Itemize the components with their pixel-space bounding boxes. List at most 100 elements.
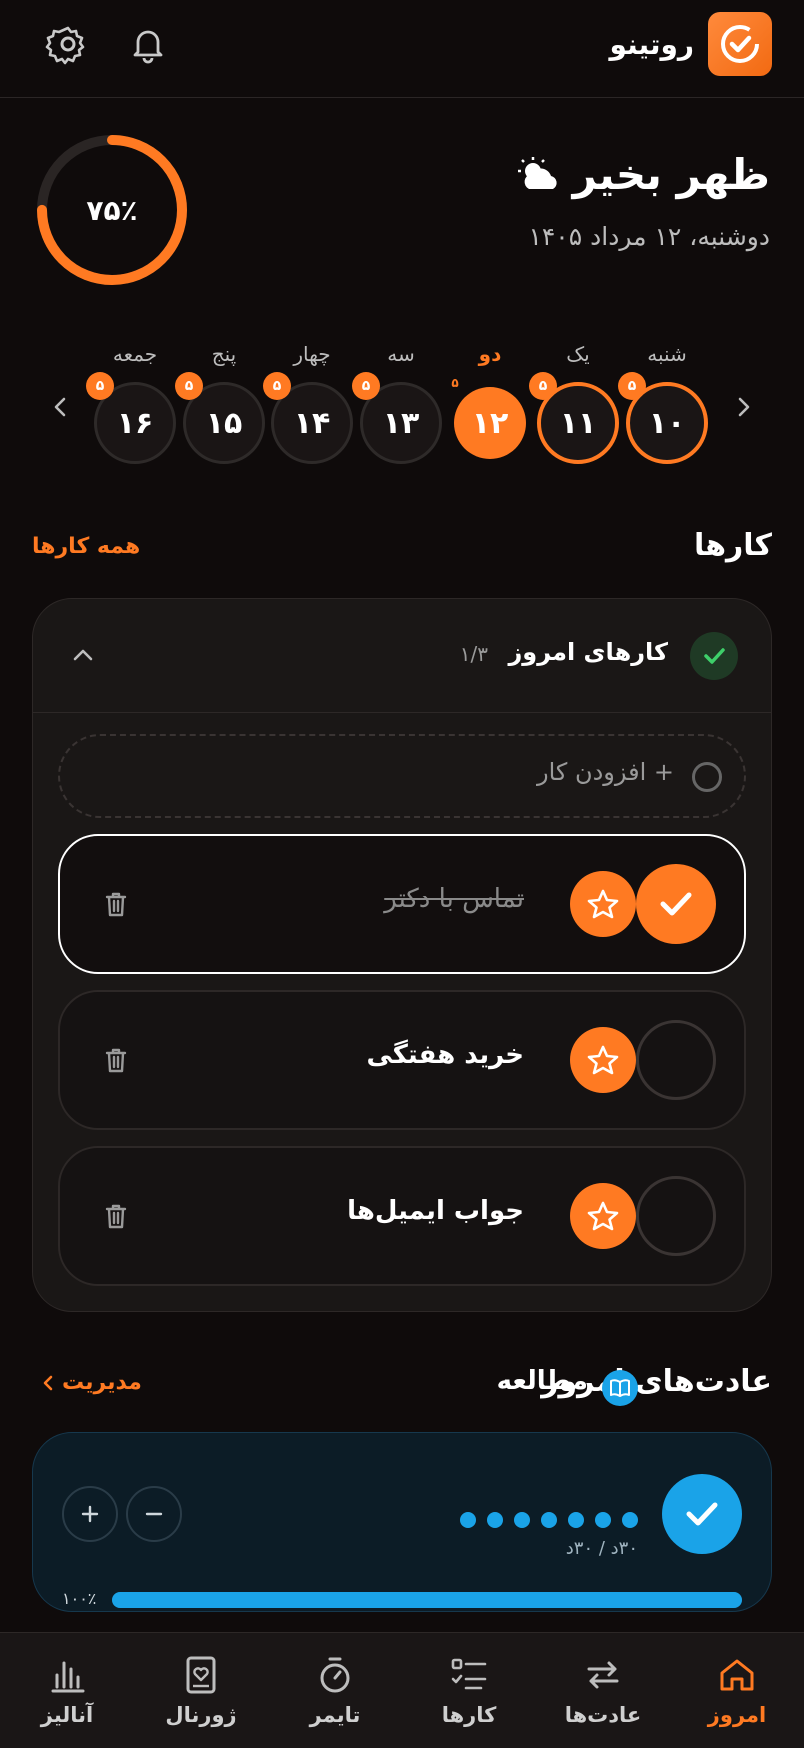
chevron-left-icon [54, 397, 66, 417]
book-glyph [610, 1379, 630, 1397]
task-title: تماس با دکتر [384, 884, 524, 914]
minus-icon [145, 1512, 163, 1516]
daily-progress-label: ۷۵٪ [86, 193, 138, 227]
nav-habits[interactable]: عادت‌ها [536, 1632, 670, 1748]
all-tasks-link[interactable]: همه کارها [32, 534, 140, 559]
decrement-button[interactable] [126, 1486, 182, 1542]
trash-icon [105, 892, 127, 917]
next-week-button[interactable] [728, 392, 758, 422]
check-icon [660, 892, 692, 916]
stopwatch-icon [320, 1657, 350, 1693]
nav-today[interactable]: امروز [670, 1632, 804, 1748]
trash-icon [105, 1048, 127, 1073]
day-count-badge: ۵ [175, 372, 203, 400]
task-count: ۱/۳ [459, 642, 488, 666]
nav-label: امروز [707, 1703, 767, 1727]
delete-task-button[interactable] [100, 1044, 132, 1076]
nav-label: ژورنال [165, 1703, 237, 1727]
habit-dot [487, 1512, 503, 1528]
check-icon [704, 648, 725, 664]
collapse-button[interactable] [68, 640, 98, 670]
checklist-icon [451, 1658, 487, 1690]
task-title: جواب ایمیل‌ها [347, 1196, 524, 1226]
day-name-active: دو [478, 342, 502, 366]
day-count-badge: ۵ [263, 372, 291, 400]
day-count-badge: ۵ [352, 372, 380, 400]
tasks-section-title: کارها [693, 528, 772, 563]
habit-name: مطالعه [496, 1366, 588, 1396]
star-icon [587, 1201, 619, 1231]
gear-icon [45, 26, 85, 65]
chevron-left-icon [43, 1375, 53, 1390]
increment-button[interactable] [62, 1486, 118, 1542]
journal-icon [186, 1656, 216, 1694]
day-name: پنج [211, 342, 237, 366]
app-logo [708, 12, 772, 76]
check-loop-icon [721, 25, 759, 63]
day-name: جمعه [112, 342, 158, 366]
chart-icon [51, 1661, 85, 1693]
nav-label: تایمر [309, 1703, 361, 1727]
task-checkbox[interactable] [636, 1020, 716, 1100]
manage-habits-label: مدیریت [62, 1370, 142, 1395]
priority-star-button[interactable] [570, 1027, 636, 1093]
habit-dot [460, 1512, 476, 1528]
day-name: شنبه [647, 342, 687, 366]
card-title: کارهای امروز [508, 638, 668, 666]
task-title: خرید هفتگی [366, 1040, 524, 1070]
day-count-badge: ۵ [451, 376, 459, 390]
check-icon [686, 1502, 718, 1526]
trash-icon [105, 1204, 127, 1229]
task-checkbox[interactable] [636, 864, 716, 944]
card-status-badge [690, 632, 738, 680]
divider [33, 712, 771, 713]
add-task-radio [692, 762, 722, 792]
day-name: چهار [293, 342, 331, 366]
habit-duration: ۳۰د / ۳۰د [565, 1538, 638, 1559]
nav-timer[interactable]: تایمر [268, 1632, 402, 1748]
settings-button[interactable] [44, 20, 92, 68]
habit-complete-button[interactable] [662, 1474, 742, 1554]
delete-task-button[interactable] [100, 1200, 132, 1232]
chevron-right-icon [738, 397, 750, 417]
habit-dot [622, 1512, 638, 1528]
bell-icon [133, 30, 163, 64]
plus-icon [81, 1505, 99, 1523]
habit-dot [568, 1512, 584, 1528]
greeting-text: ظهر بخیر [572, 150, 770, 199]
priority-star-button[interactable] [570, 1183, 636, 1249]
task-checkbox[interactable] [636, 1176, 716, 1256]
habit-dot [514, 1512, 530, 1528]
nav-label: کارها [441, 1703, 497, 1727]
repeat-icon [587, 1661, 619, 1689]
habit-dot [541, 1512, 557, 1528]
greeting-title: ظهر بخیر [515, 150, 770, 199]
star-icon [587, 889, 619, 919]
nav-label: آنالیز [40, 1703, 94, 1727]
habit-progress-label: ۱۰۰٪ [62, 1589, 97, 1608]
add-task-label[interactable]: + افزودن کار [537, 758, 674, 786]
nav-label: عادت‌ها [564, 1703, 642, 1727]
home-icon [720, 1659, 754, 1691]
day-count-badge: ۵ [529, 372, 557, 400]
nav-journal[interactable]: ژورنال [134, 1632, 268, 1748]
day-name: سه [387, 342, 415, 366]
app-title: روتینو [609, 28, 694, 61]
manage-habits-link[interactable]: مدیریت [40, 1370, 142, 1395]
day-count-badge: ۵ [86, 372, 114, 400]
priority-star-button[interactable] [570, 871, 636, 937]
habit-progress-fill [112, 1592, 742, 1608]
prev-week-button[interactable] [46, 392, 76, 422]
sun-cloud-icon [517, 156, 557, 189]
notifications-button[interactable] [124, 20, 172, 68]
chevron-up-icon [73, 649, 93, 661]
nav-tasks[interactable]: کارها [402, 1632, 536, 1748]
day-button-selected[interactable]: ۱۲ [454, 387, 526, 459]
day-name: یک [566, 342, 590, 366]
nav-analytics[interactable]: آنالیز [0, 1632, 134, 1748]
habit-dot [595, 1512, 611, 1528]
day-count-badge: ۵ [618, 372, 646, 400]
greeting-date: دوشنبه، ۱۲ مرداد ۱۴۰۵ [528, 222, 770, 251]
star-icon [587, 1045, 619, 1075]
delete-task-button[interactable] [100, 888, 132, 920]
